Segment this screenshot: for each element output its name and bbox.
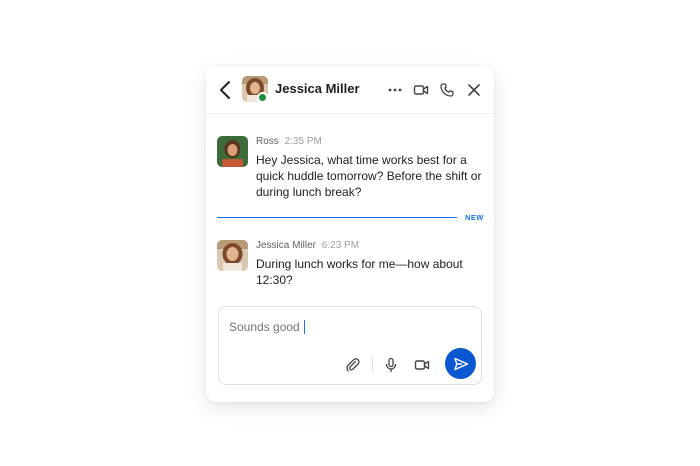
video-message-icon	[414, 360, 430, 370]
avatar-image	[217, 240, 248, 271]
toolbar-separator	[372, 356, 373, 373]
message-draft-text: Sounds good	[229, 320, 300, 334]
back-arrow-icon	[220, 81, 230, 99]
message-meta: Jessica Miller 6:23 PM	[256, 240, 359, 251]
message-composer: Sounds good	[218, 306, 482, 385]
phone-call-button[interactable]	[436, 79, 458, 101]
back-button[interactable]	[216, 78, 236, 102]
message-timestamp: 6:23 PM	[321, 240, 360, 251]
contact-name: Jessica Miller	[275, 81, 360, 96]
close-button[interactable]	[463, 79, 485, 101]
video-call-button[interactable]	[410, 79, 432, 101]
new-messages-label: NEW	[465, 213, 484, 222]
avatar-image	[217, 136, 248, 167]
chat-header: Jessica Miller	[206, 66, 494, 114]
online-status-dot	[257, 92, 268, 103]
message-sender: Ross	[256, 136, 279, 147]
message-item: Jessica Miller 6:23 PM During lunch work…	[217, 240, 487, 296]
close-icon	[468, 84, 480, 96]
new-messages-divider	[217, 217, 457, 218]
message-input[interactable]: Sounds good	[229, 320, 306, 334]
message-meta: Ross 2:35 PM	[256, 136, 322, 147]
microphone-icon	[385, 357, 397, 373]
more-options-button[interactable]	[384, 79, 406, 101]
send-icon	[453, 357, 468, 370]
message-sender: Jessica Miller	[256, 240, 317, 251]
attach-button[interactable]	[343, 355, 363, 375]
message-text: Hey Jessica, what time works best for a …	[256, 153, 482, 199]
message-text: During lunch works for me—how about 12:3…	[256, 257, 463, 287]
send-button[interactable]	[445, 348, 476, 379]
text-caret	[303, 320, 306, 334]
message-timestamp: 2:35 PM	[284, 136, 322, 147]
video-call-icon	[413, 85, 429, 95]
sender-avatar[interactable]	[217, 136, 248, 167]
voice-message-button[interactable]	[381, 355, 401, 375]
phone-call-icon	[440, 83, 454, 97]
chat-window: Jessica Miller Ross 2:35 PM Hey Jessica,…	[206, 66, 494, 402]
video-message-button[interactable]	[412, 355, 432, 375]
message-item: Ross 2:35 PM Hey Jessica, what time work…	[217, 136, 487, 206]
attach-icon	[346, 358, 360, 372]
sender-avatar[interactable]	[217, 240, 248, 271]
more-options-icon	[388, 88, 402, 92]
